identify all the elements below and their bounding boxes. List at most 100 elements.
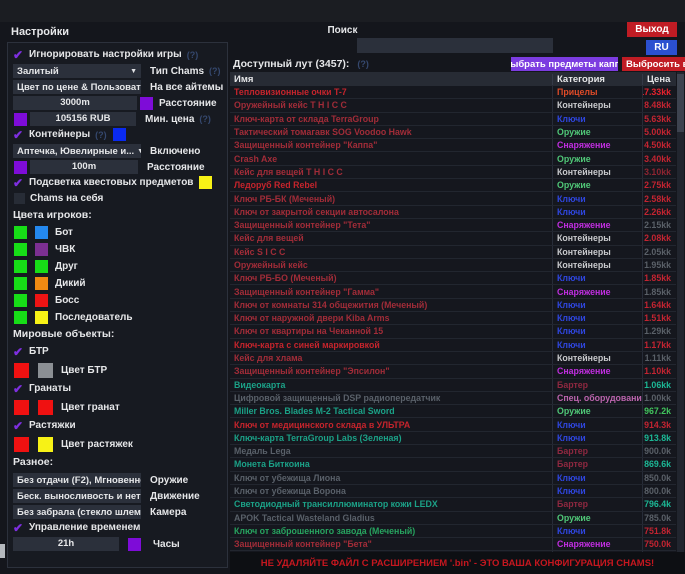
containers-checkbox[interactable]: ✔ Контейнеры (?) bbox=[13, 128, 222, 141]
distance-input[interactable]: 3000m bbox=[13, 96, 137, 110]
item-category-cell: Ключи bbox=[552, 206, 642, 218]
table-row[interactable]: ВидеокартаБартер1.06kk bbox=[230, 379, 676, 392]
table-row[interactable]: Ключ от убежища ВоронаКлючи800.0k bbox=[230, 485, 676, 498]
movement-dropdown[interactable]: Беск. выносливость и нет уста ▼ bbox=[13, 489, 141, 503]
table-row[interactable]: Miller Bros. Blades M-2 Tactical SwordОр… bbox=[230, 405, 676, 418]
edge-tab[interactable] bbox=[0, 544, 5, 558]
table-row[interactable]: Ключ-карта TerraGroup Labs (Зеленая)Ключ… bbox=[230, 432, 676, 445]
help-icon[interactable]: (?) bbox=[187, 50, 199, 60]
exit-button[interactable]: Выход bbox=[627, 22, 677, 37]
table-row[interactable]: Тактический томагавк SOG Voodoo HawkОруж… bbox=[230, 126, 676, 139]
item-name-cell: Ключ от комнаты 314 общежития (Меченый) bbox=[230, 299, 552, 311]
table-row[interactable]: Ключ-карта от склада TerraGroupКлючи5.63… bbox=[230, 113, 676, 126]
table-row[interactable]: Защищенный контейнер "Эпсилон"Снаряжение… bbox=[230, 365, 676, 378]
player-color-swatch[interactable] bbox=[35, 226, 48, 239]
table-row[interactable]: Цифровой защищенный DSP радиопередатчикС… bbox=[230, 392, 676, 405]
table-row[interactable]: Ключ от убежища ЛионаКлючи850.0k bbox=[230, 472, 676, 485]
distance-color-swatch[interactable] bbox=[140, 97, 153, 110]
table-row[interactable]: Crash AxeОружие3.40kk bbox=[230, 152, 676, 165]
table-row[interactable]: Кейс S I C CКонтейнеры2.05kk bbox=[230, 246, 676, 259]
table-scrollbar[interactable] bbox=[677, 72, 684, 552]
containers-color-swatch[interactable] bbox=[113, 128, 126, 141]
quest-highlight-checkbox[interactable]: ✔ Подсветка квестовых предметов bbox=[13, 176, 222, 189]
table-row[interactable]: Ключ от медицинского склада в УЛЬТРАКлюч… bbox=[230, 418, 676, 431]
weapon-dropdown[interactable]: Без отдачи (F2), Мгновенное п ▼ bbox=[13, 473, 141, 487]
table-row[interactable]: Оружейный кейс T H I C CКонтейнеры8.48kk bbox=[230, 99, 676, 112]
world-color-swatch[interactable] bbox=[38, 437, 53, 452]
table-row[interactable]: Защищенный контейнер "Каппа"Снаряжение4.… bbox=[230, 139, 676, 152]
min-price-color-swatch[interactable] bbox=[14, 113, 27, 126]
camera-dropdown[interactable]: Без забрала (стекло шлема) ▼ bbox=[13, 505, 141, 519]
scrollbar-thumb[interactable] bbox=[677, 74, 684, 132]
language-button[interactable]: RU bbox=[646, 40, 677, 55]
world-color-swatch[interactable] bbox=[14, 363, 29, 378]
table-row[interactable]: Оружейный кейсКонтейнеры1.95kk bbox=[230, 259, 676, 272]
containers-distance-input[interactable]: 100m bbox=[30, 160, 138, 174]
player-color-swatch[interactable] bbox=[35, 260, 48, 273]
table-row[interactable]: Кейс для вещей T H I C CКонтейнеры3.10kk bbox=[230, 166, 676, 179]
time-control-checkbox[interactable]: ✔ Управление временем bbox=[13, 521, 222, 534]
table-row[interactable]: Защищенный контейнер "Тета"Снаряжение2.1… bbox=[230, 219, 676, 232]
world-object-checkbox[interactable]: ✔Растяжки bbox=[13, 419, 222, 432]
column-header-name[interactable]: Имя bbox=[230, 74, 552, 85]
hours-input[interactable]: 21h bbox=[13, 537, 119, 551]
world-object-checkbox[interactable]: ✔БТР bbox=[13, 345, 222, 358]
table-row[interactable]: Ключ от наружной двери Kiba ArmsКлючи1.5… bbox=[230, 312, 676, 325]
table-row[interactable]: Ледоруб Red RebelОружие2.75kk bbox=[230, 179, 676, 192]
containers-distance-color-swatch[interactable] bbox=[14, 161, 27, 174]
table-row[interactable]: APOK Tactical Wasteland GladiusОружие785… bbox=[230, 512, 676, 525]
table-row[interactable]: Ключ от комнаты 314 общежития (Меченый)К… bbox=[230, 299, 676, 312]
column-header-category[interactable]: Категория bbox=[552, 74, 642, 85]
hours-color-swatch[interactable] bbox=[128, 538, 141, 551]
table-row[interactable]: Кейс для хламаКонтейнеры1.11kk bbox=[230, 352, 676, 365]
item-name-cell: Светодиодный трансиллюминатор кожи LEDX bbox=[230, 498, 552, 510]
player-color-label: Дикий bbox=[55, 278, 86, 289]
player-color-row: Друг bbox=[13, 260, 222, 273]
world-color-swatch[interactable] bbox=[38, 400, 53, 415]
title-bar[interactable] bbox=[0, 0, 685, 22]
chams-type-dropdown[interactable]: Залитый ▼ bbox=[13, 64, 141, 78]
table-row[interactable]: Монета БиткоинаБартер869.6k bbox=[230, 458, 676, 471]
visible-color-swatch[interactable] bbox=[14, 294, 27, 307]
table-row[interactable]: Ключ РБ-БО (Меченый)Ключи1.85kk bbox=[230, 272, 676, 285]
quest-highlight-color-swatch[interactable] bbox=[199, 176, 212, 189]
table-row[interactable]: Защищенный контейнер "Гамма"Снаряжение1.… bbox=[230, 285, 676, 298]
search-input[interactable] bbox=[357, 38, 553, 53]
discard-all-button[interactable]: Выбросить все bbox=[622, 57, 685, 71]
world-color-swatch[interactable] bbox=[14, 400, 29, 415]
table-row[interactable]: Ключ от заброшенного завода (Меченый)Клю… bbox=[230, 525, 676, 538]
table-row[interactable]: Светодиодный трансиллюминатор кожи LEDXБ… bbox=[230, 498, 676, 511]
player-color-swatch[interactable] bbox=[35, 294, 48, 307]
help-icon[interactable]: (?) bbox=[209, 66, 221, 76]
table-row[interactable]: Ключ от квартиры на Чеканной 15Ключи1.29… bbox=[230, 325, 676, 338]
item-price-cell: 4.50kk bbox=[642, 139, 676, 151]
table-row[interactable]: Тепловизионные очки T-7Прицелы17.33kk bbox=[230, 86, 676, 99]
table-row[interactable]: Ключ РБ-БК (Меченый)Ключи2.58kk bbox=[230, 192, 676, 205]
player-color-swatch[interactable] bbox=[35, 277, 48, 290]
visible-color-swatch[interactable] bbox=[14, 277, 27, 290]
visible-color-swatch[interactable] bbox=[14, 260, 27, 273]
all-items-color-dropdown[interactable]: Цвет по цене & Пользователь ▼ bbox=[13, 80, 141, 94]
ignore-game-settings-checkbox[interactable]: ✔ Игнорировать настройки игры (?) bbox=[13, 48, 222, 61]
visible-color-swatch[interactable] bbox=[14, 243, 27, 256]
player-color-swatch[interactable] bbox=[35, 243, 48, 256]
player-color-swatch[interactable] bbox=[35, 311, 48, 324]
table-row[interactable]: Кейс для вещейКонтейнеры2.08kk bbox=[230, 232, 676, 245]
world-color-swatch[interactable] bbox=[38, 363, 53, 378]
help-icon[interactable]: (?) bbox=[95, 130, 107, 140]
table-row[interactable]: Медаль LegaБартер900.0k bbox=[230, 445, 676, 458]
world-color-swatch[interactable] bbox=[14, 437, 29, 452]
column-header-price[interactable]: Цена bbox=[642, 74, 676, 85]
containers-filter-dropdown[interactable]: Аптечка, Ювелирные и... ▼ bbox=[13, 144, 141, 158]
world-object-checkbox[interactable]: ✔Гранаты bbox=[13, 382, 222, 395]
table-row[interactable]: Ключ от закрытой секции автосалонаКлючи2… bbox=[230, 206, 676, 219]
table-row[interactable]: Защищенный контейнер "Бета"Снаряжение750… bbox=[230, 538, 676, 551]
visible-color-swatch[interactable] bbox=[14, 226, 27, 239]
visible-color-swatch[interactable] bbox=[14, 311, 27, 324]
select-kappa-items-button[interactable]: Выбрать предметы каппа bbox=[511, 57, 618, 71]
table-row[interactable]: Ключ-карта с синей маркировкойКлючи1.17k… bbox=[230, 339, 676, 352]
help-icon[interactable]: (?) bbox=[357, 59, 369, 69]
min-price-input[interactable]: 105156 RUB bbox=[30, 112, 136, 126]
chams-self-checkbox[interactable]: Chams на себя bbox=[13, 192, 222, 205]
help-icon[interactable]: (?) bbox=[199, 114, 211, 124]
